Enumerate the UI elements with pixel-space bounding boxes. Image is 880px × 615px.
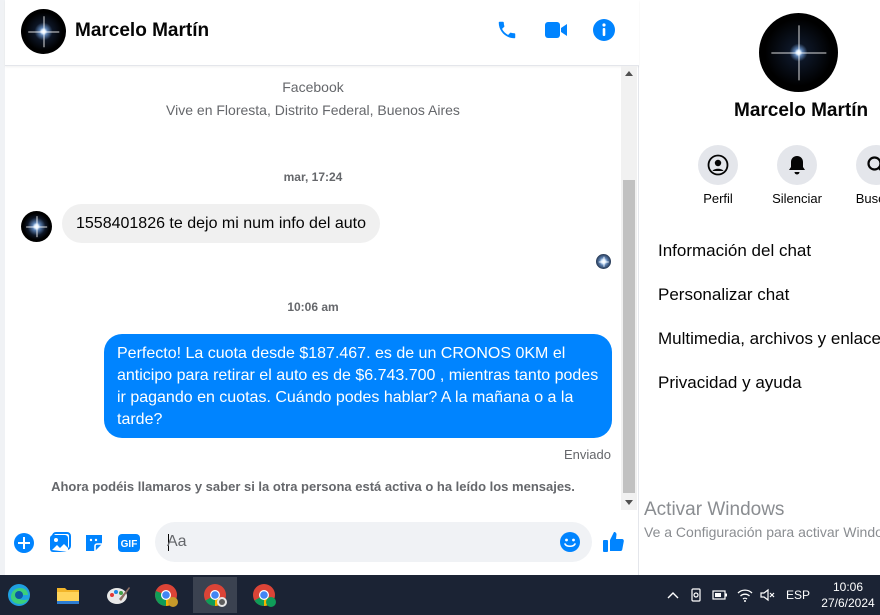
action-search[interactable]: Buscar [836, 145, 880, 206]
meet-now-icon[interactable] [688, 575, 706, 615]
plus-icon[interactable] [12, 531, 36, 555]
phone-icon[interactable] [494, 17, 520, 43]
clock[interactable]: 10:06 27/6/2024 [818, 575, 878, 615]
clock-time: 10:06 [832, 580, 864, 594]
message-input[interactable] [167, 522, 547, 562]
menu-customize-chat[interactable]: Personalizar chat [658, 285, 789, 305]
clock-date: 27/6/2024 [821, 596, 875, 610]
chrome-profile-icon[interactable] [193, 577, 237, 613]
composer: GIF [5, 520, 639, 566]
search-icon[interactable] [856, 145, 880, 185]
wifi-icon[interactable] [736, 575, 754, 615]
outgoing-message[interactable]: Perfecto! La cuota desde $187.467. es de… [104, 334, 612, 438]
chrome-icon[interactable] [144, 577, 188, 613]
activate-windows-subtitle: Ve a Configuración para activar Windows. [644, 524, 880, 540]
timestamp-divider: mar, 17:24 [283, 170, 343, 184]
menu-media-files-links[interactable]: Multimedia, archivos y enlaces [658, 329, 880, 349]
action-profile[interactable]: Perfil [678, 145, 758, 206]
video-call-icon[interactable] [543, 17, 569, 43]
image-icon[interactable] [48, 531, 72, 555]
language-indicator[interactable]: ESP [784, 575, 812, 615]
gif-icon[interactable]: GIF [117, 531, 141, 555]
delivery-status: Enviado [564, 447, 611, 462]
windows-taskbar: ESP 10:06 27/6/2024 [0, 575, 880, 615]
scroll-down-arrow[interactable] [625, 500, 633, 505]
scroll-up-arrow[interactable] [625, 71, 633, 76]
volume-muted-icon[interactable] [759, 575, 777, 615]
sticker-icon[interactable] [82, 531, 106, 555]
chat-header: Marcelo Martín [5, 0, 639, 66]
bell-icon[interactable] [777, 145, 817, 185]
edge-icon[interactable] [0, 577, 41, 613]
file-explorer-icon[interactable] [46, 577, 90, 613]
timestamp-divider: 10:06 am [287, 300, 339, 314]
chat-info-panel: Marcelo Martín Perfil Silenciar Buscar I… [640, 0, 880, 575]
chrome-profile-t-icon[interactable] [242, 577, 286, 613]
sender-avatar[interactable] [21, 211, 52, 242]
info-icon[interactable] [591, 17, 617, 43]
call-notice: Ahora podéis llamaros y saber si la otra… [51, 479, 575, 494]
menu-chat-info[interactable]: Información del chat [658, 241, 811, 261]
read-receipt-avatar [596, 254, 611, 269]
like-icon[interactable] [602, 530, 626, 554]
scroll-thumb[interactable] [623, 180, 635, 493]
intro-source: Facebook [282, 79, 344, 95]
battery-icon[interactable] [711, 575, 729, 615]
activate-windows-title: Activar Windows [644, 499, 785, 520]
emoji-icon[interactable] [559, 531, 581, 553]
menu-privacy-help[interactable]: Privacidad y ayuda [658, 373, 802, 393]
action-label: Perfil [703, 191, 733, 206]
message-input-box[interactable] [155, 522, 592, 562]
chat-panel: Marcelo Martín Facebook Vive en Floresta… [5, 0, 639, 575]
action-label: Buscar [855, 191, 880, 206]
svg-text:GIF: GIF [121, 539, 138, 550]
intro-location: Vive en Floresta, Distrito Federal, Buen… [166, 102, 460, 118]
incoming-message[interactable]: 1558401826 te dejo mi num info del auto [62, 204, 380, 243]
profile-icon[interactable] [698, 145, 738, 185]
action-label: Silenciar [772, 191, 822, 206]
profile-name: Marcelo Martín [734, 100, 869, 121]
profile-avatar[interactable] [759, 13, 838, 92]
contact-avatar[interactable] [21, 9, 66, 54]
paint-icon[interactable] [96, 577, 140, 613]
chat-scrollbar[interactable] [621, 66, 637, 510]
messenger-window: Marcelo Martín Facebook Vive en Floresta… [0, 0, 880, 575]
action-mute[interactable]: Silenciar [757, 145, 837, 206]
contact-name[interactable]: Marcelo Martín [75, 20, 209, 42]
chevron-up-icon[interactable] [664, 575, 682, 615]
